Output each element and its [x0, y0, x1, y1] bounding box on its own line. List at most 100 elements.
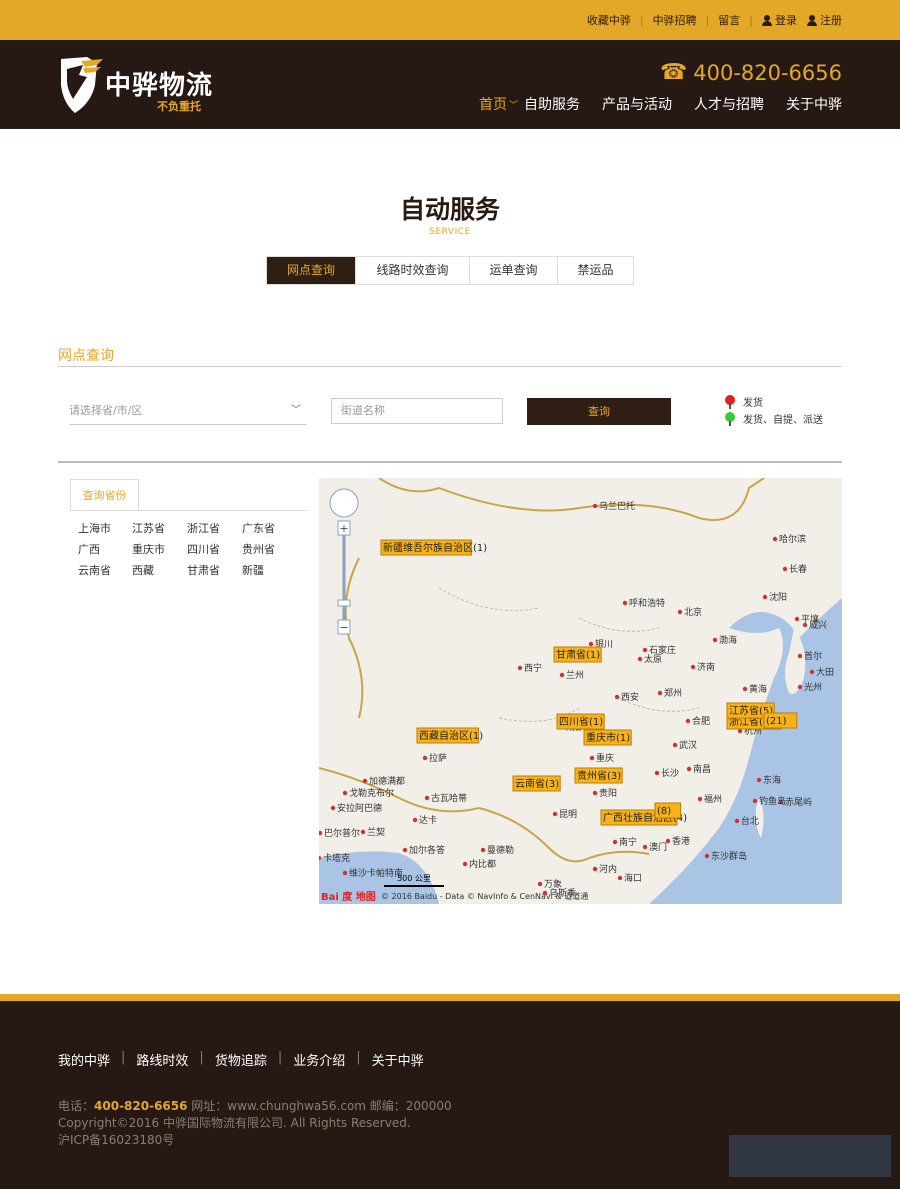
hotline-number: 400-820-6656 — [693, 60, 842, 85]
city-dot — [665, 838, 671, 844]
city-dot — [362, 778, 368, 784]
province-item[interactable]: 江苏省 — [132, 520, 187, 536]
city-label: 昆明 — [559, 809, 577, 820]
city-label: 福州 — [704, 793, 722, 805]
city-label: 大田 — [816, 666, 834, 678]
map-scale: 500 公里 — [397, 874, 431, 883]
city-label: 卡塔克 — [323, 852, 350, 864]
city-label: 光州 — [804, 681, 822, 693]
login-link[interactable]: 登录 — [762, 12, 797, 28]
province-item[interactable]: 贵州省 — [242, 541, 297, 557]
nav-careers[interactable]: 人才与招聘 — [694, 94, 764, 114]
outlet-marker[interactable]: 新疆维吾尔族自治区(1) — [380, 539, 487, 556]
city-dot — [517, 665, 523, 671]
city-dot — [685, 718, 691, 724]
province-item[interactable]: 西藏 — [132, 562, 187, 578]
nav-about[interactable]: 关于中骅 — [786, 94, 842, 114]
tab-route-time[interactable]: 线路时效查询 — [355, 257, 469, 284]
nav-home[interactable]: 首页 ﹀ — [479, 94, 518, 114]
outlet-marker[interactable]: 四川省(1) — [556, 713, 605, 730]
city-dot — [802, 622, 808, 628]
province-item[interactable]: 上海市 — [78, 520, 132, 536]
city-dot — [592, 503, 598, 509]
logo[interactable]: 中骅物流 不负重托 — [57, 53, 217, 115]
outlet-marker[interactable]: 甘肃省(1) — [553, 646, 602, 663]
divider — [70, 510, 307, 511]
province-item[interactable]: 重庆市 — [132, 541, 187, 557]
province-list: 上海市 江苏省 浙江省 广东省 广西 重庆市 四川省 贵州省 云南省 西藏 甘肃… — [78, 520, 308, 578]
baidu-logo: Bai 度 地图 — [321, 890, 376, 903]
city-dot — [752, 798, 758, 804]
divider — [58, 366, 842, 367]
footer-link-route[interactable]: 路线时效 — [136, 1050, 188, 1069]
top-bar: 收藏中骅 | 中骅招聘 | 留言 | 登录 注册 — [0, 0, 900, 40]
city-dot — [712, 637, 718, 643]
city-label: 赤尾屿 — [785, 797, 812, 808]
province-item[interactable]: 甘肃省 — [187, 562, 242, 578]
city-label: 北京 — [684, 606, 702, 618]
brand-slogan: 不负重托 — [157, 100, 201, 113]
province-item[interactable]: 广东省 — [242, 520, 297, 536]
city-dot — [797, 684, 803, 690]
region-select[interactable]: 请选择省/市/区 ﹀ — [69, 399, 307, 425]
province-item[interactable]: 新疆 — [242, 562, 297, 578]
city-dot — [552, 811, 558, 817]
city-dot — [677, 609, 683, 615]
tab-province[interactable]: 查询省份 — [70, 479, 139, 511]
footer-link-track[interactable]: 货物追踪 — [215, 1050, 267, 1069]
footer-contact: 电话：400-820-6656 网址：www.chunghwa56.com 邮编… — [58, 1099, 452, 1113]
tab-outlet-query[interactable]: 网点查询 — [267, 257, 355, 284]
green-pin-icon — [725, 411, 735, 426]
province-item[interactable]: 广西 — [78, 541, 132, 557]
province-item[interactable]: 云南省 — [78, 562, 132, 578]
street-input[interactable]: 街道名称 — [331, 398, 503, 424]
city-label: 太原 — [644, 653, 662, 665]
outlet-marker[interactable]: 重庆市(1) — [583, 729, 632, 746]
favorite-link[interactable]: 收藏中骅 — [587, 12, 631, 28]
marker-label: 云南省(3) — [515, 777, 559, 790]
city-label: 西宁 — [524, 662, 542, 674]
outlet-marker[interactable]: 贵州省(3) — [574, 767, 623, 784]
city-dot — [480, 847, 486, 853]
city-label: 巴尔普尔 — [324, 827, 360, 839]
recruit-link[interactable]: 中骅招聘 — [653, 12, 697, 28]
query-button[interactable]: 查询 — [527, 398, 671, 425]
city-label: 南昌 — [693, 763, 711, 775]
tab-waybill[interactable]: 运单查询 — [469, 257, 557, 284]
zoom-in-glyph: + — [339, 522, 348, 535]
marker-label: (21) — [766, 716, 787, 727]
top-links: 收藏中骅 | 中骅招聘 | 留言 | 登录 注册 — [587, 12, 842, 28]
marker-label: 四川省(1) — [559, 715, 603, 728]
register-link[interactable]: 注册 — [807, 12, 842, 28]
outlet-marker[interactable]: 西藏自治区(1) — [416, 727, 483, 744]
footer-link-my[interactable]: 我的中骅 — [58, 1050, 110, 1069]
map-canvas: + − 乌兰巴托哈尔滨长春沈阳呼和浩特北京渤海平壤威兴首尔大田光州银川石家庄济南… — [319, 478, 842, 904]
city-dot — [657, 690, 663, 696]
baidu-map[interactable]: + − 乌兰巴托 哈尔滨 长春 沈阳 呼和浩特 北京 渤海 平壤 威兴 首尔 大田 光州 银川 石家庄 济南… — [319, 478, 842, 904]
city-label: 戈勒克布尔 — [349, 787, 394, 799]
outlet-marker[interactable]: 云南省(3) — [512, 775, 561, 792]
outlet-marker[interactable]: (8) — [654, 802, 682, 819]
city-label: 南宁 — [619, 836, 637, 848]
outlet-marker[interactable]: (21) — [763, 712, 798, 729]
footer-icp[interactable]: 沪ICP备16023180号 — [58, 1132, 452, 1149]
message-link[interactable]: 留言 — [718, 12, 740, 28]
city-label: 郑州 — [664, 687, 682, 699]
city-dot — [412, 817, 418, 823]
city-label: 达卡 — [419, 814, 437, 826]
city-dot — [612, 839, 618, 845]
nav-self-service[interactable]: 自助服务 — [524, 94, 580, 114]
nav-products[interactable]: 产品与活动 — [602, 94, 672, 114]
province-item[interactable]: 四川省 — [187, 541, 242, 557]
separator: | — [121, 1050, 126, 1065]
tab-prohibited[interactable]: 禁运品 — [557, 257, 633, 284]
province-item[interactable]: 浙江省 — [187, 520, 242, 536]
city-dot — [690, 664, 696, 670]
city-dot — [654, 770, 660, 776]
footer-link-about[interactable]: 关于中骅 — [372, 1050, 424, 1069]
city-dot — [360, 829, 366, 835]
city-label: 台北 — [741, 815, 759, 827]
city-label: 武汉 — [679, 739, 697, 751]
footer-link-business[interactable]: 业务介绍 — [293, 1050, 345, 1069]
city-label: 安拉阿巴德 — [337, 802, 382, 814]
